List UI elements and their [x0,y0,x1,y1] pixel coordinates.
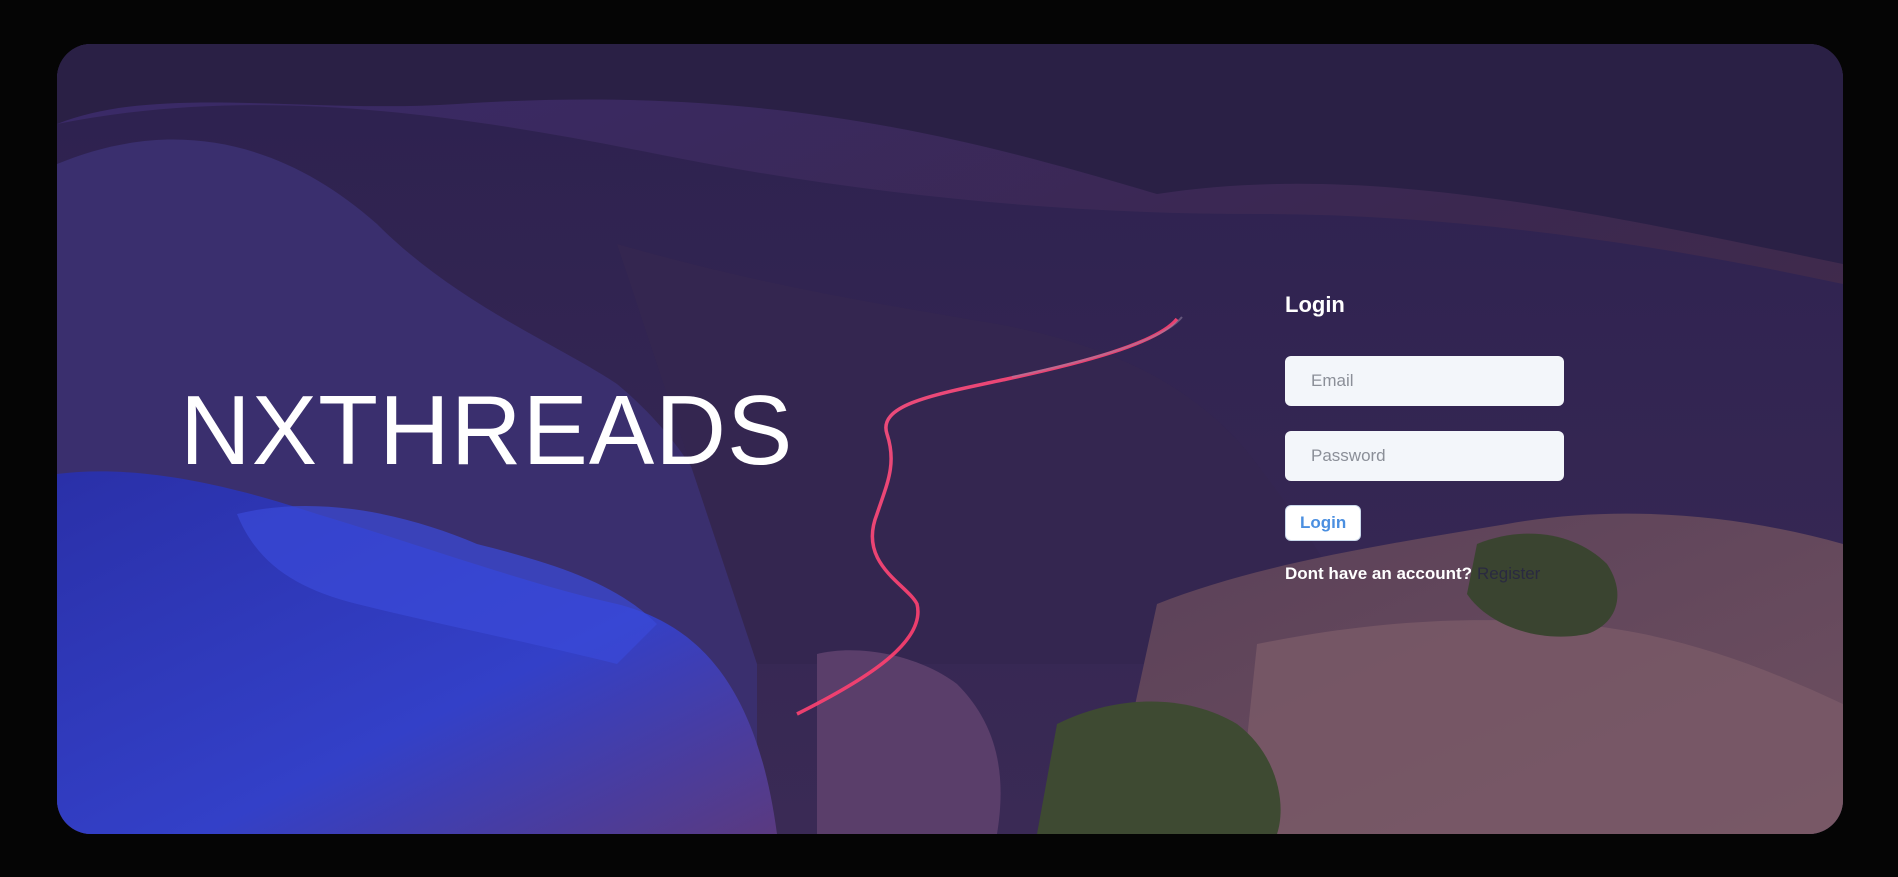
login-title: Login [1285,292,1345,317]
login-card: NXTHREADS Login Login Dont have an accou… [57,44,1843,834]
brand-logo-text: NXTHREADS [180,375,794,485]
login-button[interactable]: Login [1285,505,1362,541]
email-input[interactable] [1285,356,1564,406]
password-input[interactable] [1285,431,1564,481]
register-link[interactable]: Register [1477,564,1540,583]
login-form: Login Login Dont have an account?Registe… [1285,292,1585,584]
no-account-text: Dont have an account? [1285,564,1473,583]
register-prompt: Dont have an account? Register [1285,564,1585,584]
